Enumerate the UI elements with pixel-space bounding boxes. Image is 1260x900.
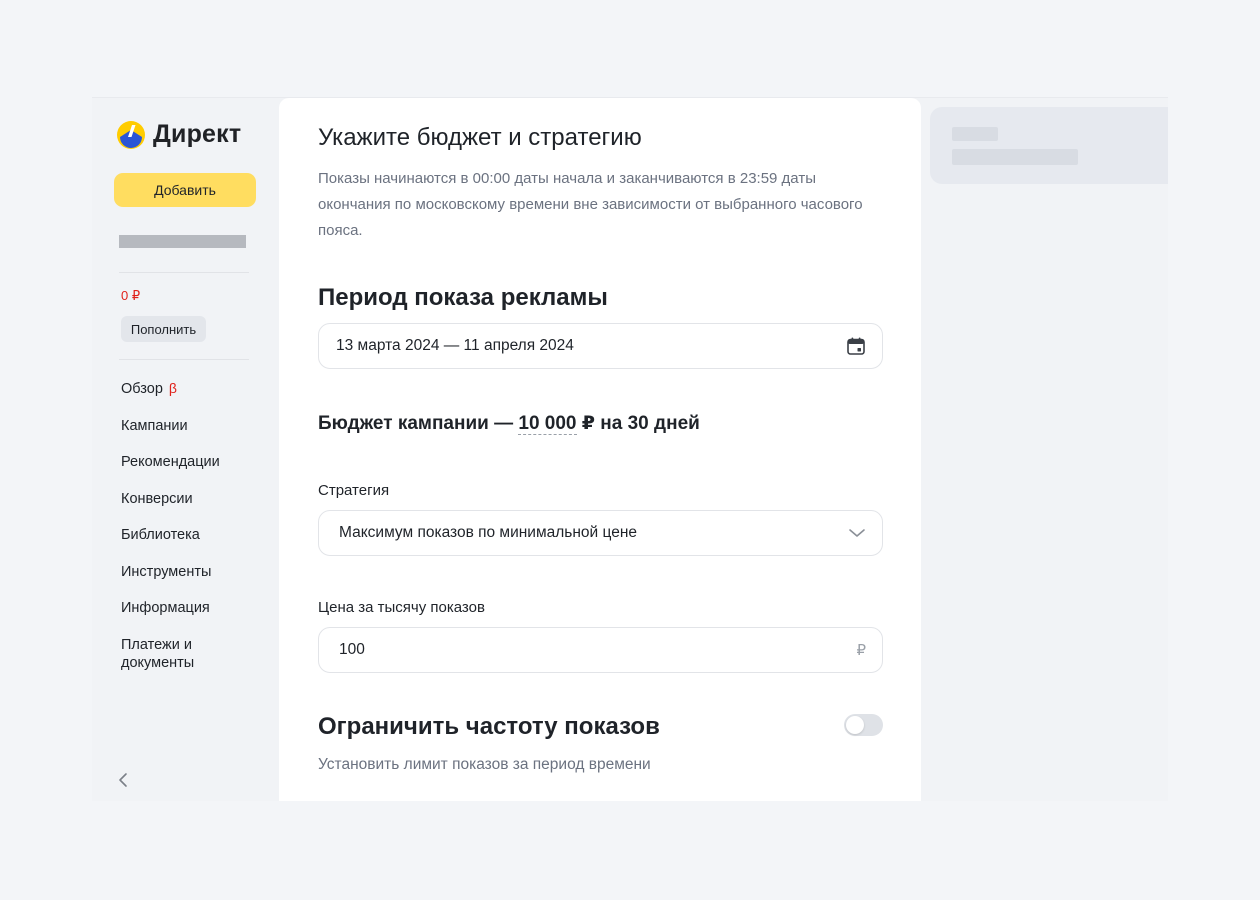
date-range-input[interactable]: 13 марта 2024 — 11 апреля 2024	[318, 323, 883, 369]
account-name-placeholder	[119, 235, 246, 248]
strategy-select[interactable]: Максимум показов по минимальной цене	[318, 510, 883, 556]
chevron-down-icon	[849, 529, 865, 537]
app-frame: Директ Добавить 0 ₽ Пополнить Обзор β Кам…	[92, 97, 1168, 801]
calendar-icon[interactable]	[846, 336, 866, 356]
sidebar-item-payments[interactable]: Платежи и документы	[121, 636, 213, 672]
sidebar-item-campaigns[interactable]: Кампании	[121, 417, 271, 435]
strategy-label: Стратегия	[318, 482, 390, 499]
sidebar-divider	[119, 272, 249, 273]
currency-suffix: ₽	[856, 642, 866, 659]
sidebar-item-overview[interactable]: Обзор β	[121, 379, 271, 398]
price-value: 100	[339, 641, 365, 658]
sidebar-item-conversions[interactable]: Конверсии	[121, 490, 271, 508]
budget-amount-link[interactable]: 10 000	[518, 413, 577, 435]
date-range-value: 13 марта 2024 — 11 апреля 2024	[336, 337, 574, 354]
placeholder-line	[952, 149, 1078, 165]
sidebar: Директ Добавить 0 ₽ Пополнить Обзор β Кам…	[92, 98, 279, 801]
campaign-budget: Бюджет кампании — 10 000 ₽ на 30 дней	[318, 412, 700, 435]
direct-logo-icon	[117, 120, 145, 149]
collapse-sidebar-button[interactable]	[118, 771, 128, 794]
logo-text: Директ	[153, 120, 242, 148]
chevron-left-icon	[119, 773, 127, 787]
page-title: Укажите бюджет и стратегию	[318, 124, 642, 151]
page-description: Показы начинаются в 00:00 даты начала и …	[318, 170, 863, 239]
sidebar-item-tools[interactable]: Инструменты	[121, 563, 271, 581]
add-button[interactable]: Добавить	[114, 173, 256, 207]
preview-panel-placeholder	[930, 107, 1168, 184]
period-title: Период показа рекламы	[318, 284, 608, 311]
topup-button[interactable]: Пополнить	[121, 316, 206, 342]
beta-badge: β	[168, 380, 177, 396]
sidebar-item-label: Обзор	[121, 381, 163, 397]
budget-prefix: Бюджет кампании —	[318, 413, 514, 434]
toggle-knob	[846, 716, 864, 734]
strategy-value: Максимум показов по минимальной цене	[339, 524, 638, 541]
frequency-toggle[interactable]	[844, 714, 883, 736]
sidebar-divider	[119, 359, 249, 360]
price-input[interactable]: 100 ₽	[318, 627, 883, 673]
sidebar-item-library[interactable]: Библиотека	[121, 526, 271, 544]
sidebar-item-info[interactable]: Информация	[121, 599, 271, 617]
placeholder-line	[952, 127, 998, 141]
sidebar-item-recommendations[interactable]: Рекомендации	[121, 453, 271, 471]
budget-suffix: ₽ на 30 дней	[581, 413, 700, 434]
frequency-title: Ограничить частоту показов	[318, 713, 660, 740]
price-label: Цена за тысячу показов	[318, 599, 485, 616]
logo[interactable]: Директ	[117, 120, 241, 149]
frequency-hint: Установить лимит показов за период време…	[318, 756, 651, 773]
campaign-settings-card: Укажите бюджет и стратегию Показы начина…	[279, 98, 921, 801]
balance-amount: 0 ₽	[121, 288, 141, 303]
sidebar-nav: Обзор β Кампании Рекомендации Конверсии Б…	[121, 379, 271, 690]
